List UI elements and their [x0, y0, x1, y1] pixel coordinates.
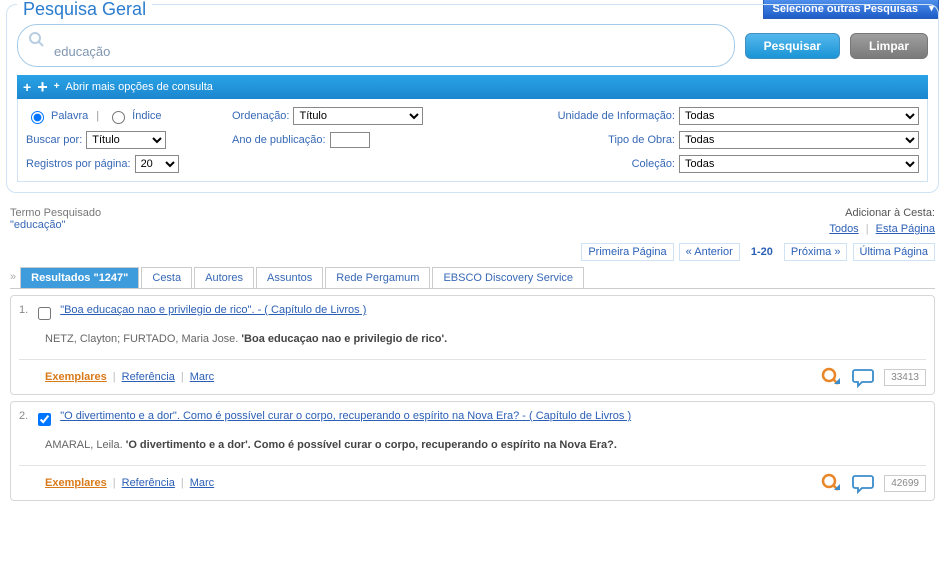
- tab-ebsco[interactable]: EBSCO Discovery Service: [432, 267, 584, 288]
- search-button[interactable]: Pesquisar: [745, 33, 840, 59]
- perpage-select[interactable]: 20: [135, 155, 179, 173]
- marc-link[interactable]: Marc: [190, 371, 214, 383]
- page-last[interactable]: Última Página: [853, 243, 935, 261]
- sort-select[interactable]: Título: [293, 107, 423, 125]
- basket-title: Adicionar à Cesta:: [829, 207, 935, 219]
- referencia-link[interactable]: Referência: [122, 477, 175, 489]
- tabs-caret-icon: »: [10, 271, 16, 288]
- unit-select[interactable]: Todas: [679, 107, 919, 125]
- search-box: [17, 24, 735, 67]
- radio-word[interactable]: [31, 111, 44, 124]
- comment-icon[interactable]: [852, 472, 874, 494]
- referencia-link[interactable]: Referência: [122, 371, 175, 383]
- result-authors: NETZ, Clayton; FURTADO, Maria Jose. 'Boa…: [45, 333, 926, 345]
- plus-icon: +: [37, 78, 48, 96]
- searchby-select[interactable]: Título: [86, 131, 166, 149]
- page-prev[interactable]: « Anterior: [679, 243, 740, 261]
- result-checkbox[interactable]: [38, 413, 51, 426]
- tab-rede[interactable]: Rede Pergamum: [325, 267, 430, 288]
- term-label: Termo Pesquisado: [10, 207, 101, 219]
- tab-cesta[interactable]: Cesta: [141, 267, 192, 288]
- result-checkbox[interactable]: [38, 307, 51, 320]
- page-next[interactable]: Próxima »: [784, 243, 848, 261]
- plus-icon: +: [54, 82, 60, 92]
- record-id: 33413: [884, 369, 926, 386]
- marc-link[interactable]: Marc: [190, 477, 214, 489]
- result-row: 1. "Boa educaçao nao e privilegio de rico…: [10, 295, 935, 395]
- result-title-link[interactable]: "Boa educaçao nao e privilegio de rico".…: [60, 304, 366, 316]
- view-detail-icon[interactable]: [820, 472, 842, 494]
- result-authors: AMARAL, Leila. 'O divertimento e a dor'.…: [45, 439, 926, 451]
- meta-bar: Termo Pesquisado "educação" Adicionar à …: [0, 201, 945, 241]
- tab-assuntos[interactable]: Assuntos: [256, 267, 323, 288]
- basket-all-link[interactable]: Todos: [829, 223, 858, 235]
- pagination: Primeira Página « Anterior 1-20 Próxima …: [0, 241, 945, 267]
- radio-index[interactable]: [112, 111, 125, 124]
- tabs: » Resultados "1247" Cesta Autores Assunt…: [10, 267, 935, 289]
- year-input[interactable]: [330, 132, 370, 148]
- page-range: 1-20: [745, 244, 779, 260]
- collection-select[interactable]: Todas: [679, 155, 919, 173]
- exemplares-link[interactable]: Exemplares: [45, 371, 107, 383]
- comment-icon[interactable]: [852, 366, 874, 388]
- options-body: Palavra | Índice Ordenação: Título Unida…: [17, 99, 928, 182]
- type-select[interactable]: Todas: [679, 131, 919, 149]
- result-number: 2.: [19, 410, 28, 422]
- term-value: "educação": [10, 219, 101, 231]
- result-title-link[interactable]: "O divertimento e a dor". Como é possíve…: [60, 410, 631, 422]
- search-panel: Pesquisa Geral Pesquisar Limpar + + + Ab…: [6, 4, 939, 193]
- page-first[interactable]: Primeira Página: [581, 243, 673, 261]
- tab-results[interactable]: Resultados "1247": [20, 267, 139, 288]
- panel-title: Pesquisa Geral: [17, 0, 152, 20]
- result-number: 1.: [19, 304, 28, 316]
- result-row: 2. "O divertimento e a dor". Como é possí…: [10, 401, 935, 501]
- plus-icon: +: [23, 80, 31, 94]
- exemplares-link[interactable]: Exemplares: [45, 477, 107, 489]
- basket-page-link[interactable]: Esta Página: [876, 223, 935, 235]
- clear-button[interactable]: Limpar: [850, 33, 928, 59]
- view-detail-icon[interactable]: [820, 366, 842, 388]
- tab-autores[interactable]: Autores: [194, 267, 254, 288]
- search-input[interactable]: [52, 43, 728, 60]
- options-expand-bar[interactable]: + + + Abrir mais opções de consulta: [17, 75, 928, 99]
- record-id: 42699: [884, 475, 926, 492]
